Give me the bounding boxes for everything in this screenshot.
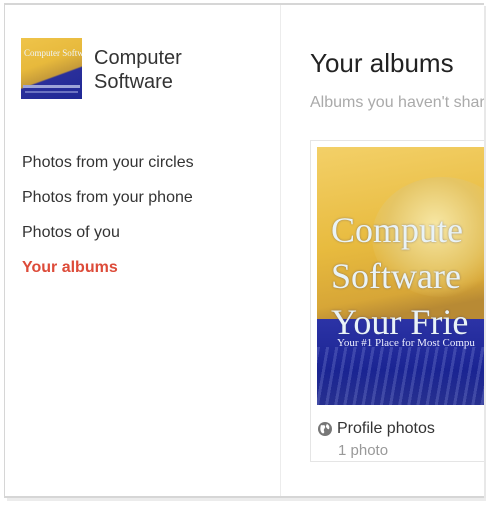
nav-your-albums[interactable]: Your albums bbox=[22, 254, 194, 289]
avatar-text: Computer Software is Your Friend bbox=[24, 48, 82, 58]
nav-photos-from-circles[interactable]: Photos from your circles bbox=[22, 149, 194, 184]
profile-header[interactable]: Computer Software is Your Friend Compute… bbox=[21, 38, 214, 99]
sidebar-nav: Photos from your circles Photos from you… bbox=[22, 149, 194, 289]
nav-photos-of-you[interactable]: Photos of you bbox=[22, 219, 194, 254]
sidebar: Computer Software is Your Friend Compute… bbox=[5, 5, 281, 496]
album-cover[interactable]: Compute Software Your Frie Your #1 Place… bbox=[317, 147, 484, 405]
cover-line-1: Compute bbox=[331, 210, 463, 250]
avatar-band bbox=[23, 85, 80, 88]
album-count: 1 photo bbox=[338, 442, 389, 459]
album-caption[interactable]: Profile photos bbox=[317, 420, 435, 438]
profile-name[interactable]: Computer Software bbox=[94, 46, 214, 94]
cover-line-2: Software bbox=[331, 256, 461, 296]
window-shadow-bottom bbox=[7, 498, 486, 501]
globe-icon bbox=[317, 421, 333, 437]
photos-window: Computer Software is Your Friend Compute… bbox=[4, 3, 484, 498]
nav-photos-from-phone[interactable]: Photos from your phone bbox=[22, 184, 194, 219]
cover-title-text: Compute Software Your Frie bbox=[331, 207, 468, 345]
main-content: Your albums Albums you haven't shar Comp… bbox=[281, 5, 484, 496]
cover-tagline: Your #1 Place for Most Compu bbox=[337, 337, 475, 349]
page-title: Your albums bbox=[310, 48, 454, 78]
profile-avatar[interactable]: Computer Software is Your Friend bbox=[21, 38, 82, 99]
album-card[interactable]: Compute Software Your Frie Your #1 Place… bbox=[310, 140, 484, 462]
avatar-band-2 bbox=[25, 91, 78, 93]
page-subtitle: Albums you haven't shar bbox=[310, 94, 484, 111]
window-shadow-right bbox=[484, 6, 486, 500]
album-title[interactable]: Profile photos bbox=[337, 420, 435, 438]
